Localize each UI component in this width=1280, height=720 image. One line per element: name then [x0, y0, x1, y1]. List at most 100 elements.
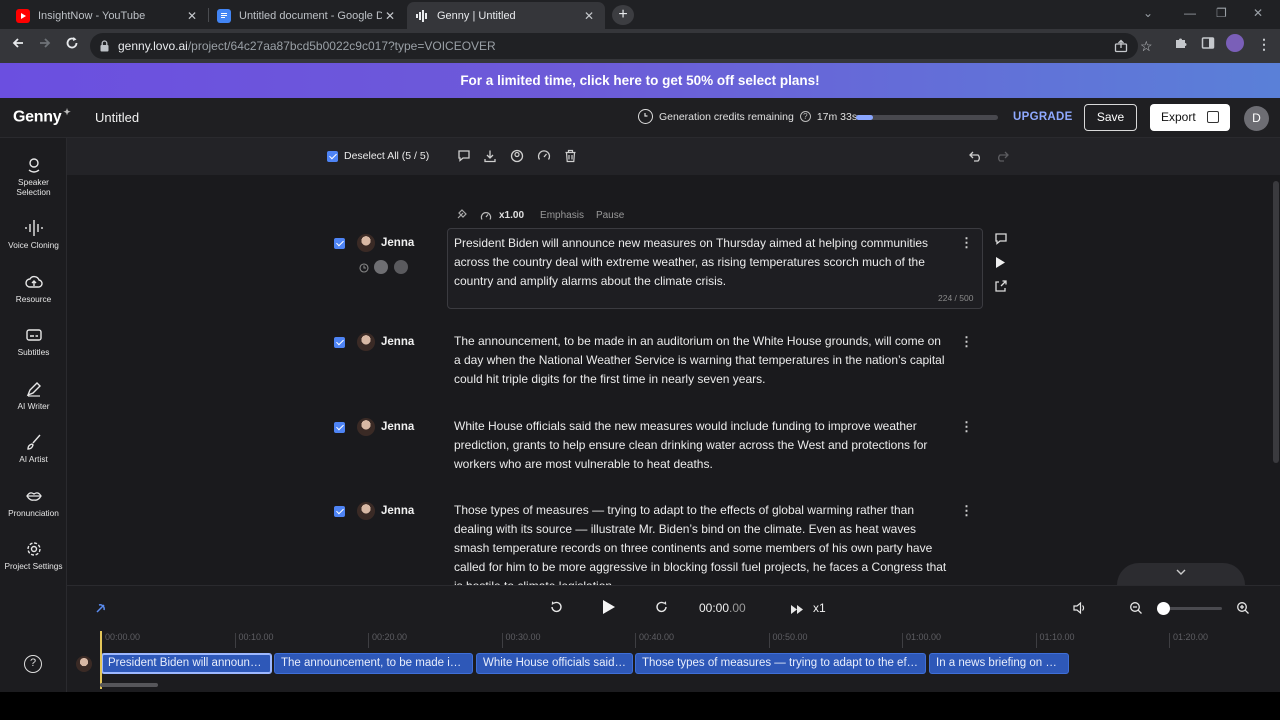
back-arrow-icon[interactable] [8, 36, 28, 54]
trash-icon[interactable] [564, 149, 577, 166]
user-avatar[interactable]: D [1244, 106, 1269, 131]
block-checkbox[interactable] [334, 506, 345, 517]
voice-effect-icon[interactable] [456, 208, 468, 223]
reload-icon[interactable] [62, 36, 82, 54]
chevron-down-icon[interactable]: ⌄ [1143, 6, 1153, 20]
brush-icon [26, 434, 41, 450]
ruler-tick: 00:10.00 [234, 633, 274, 648]
sidebar-item-pronunciation[interactable]: Pronunciation [0, 487, 67, 518]
voice-avatar-alt-2[interactable] [394, 260, 408, 274]
share-icon[interactable] [1114, 39, 1128, 58]
sidebar-item-project-settings[interactable]: Project Settings [0, 540, 67, 571]
speaker-avatar[interactable] [357, 418, 375, 436]
zoom-in-icon[interactable] [1236, 601, 1250, 620]
editor-scrollbar[interactable] [1273, 181, 1279, 463]
rewind-icon[interactable] [549, 600, 563, 619]
timeline-clip[interactable]: Those types of measures — trying to adap… [635, 653, 926, 674]
block-text[interactable]: The announcement, to be made in an audit… [454, 332, 949, 389]
kebab-menu-icon[interactable]: ⋮ [960, 235, 973, 251]
sidebar-item-subtitles[interactable]: Subtitles [0, 326, 67, 357]
close-icon[interactable]: ✕ [382, 9, 398, 23]
sidebar-item-ai-writer[interactable]: AI Writer [0, 380, 67, 411]
promo-banner[interactable]: For a limited time, click here to get 50… [0, 63, 1280, 98]
voice-avatar-alt-1[interactable] [374, 260, 388, 274]
help-button[interactable]: ? [24, 655, 42, 673]
sidebar-item-label: Subtitles [17, 347, 50, 357]
close-icon[interactable]: ✕ [581, 9, 597, 23]
speaker-name[interactable]: Jenna [381, 505, 414, 517]
comment-icon[interactable] [457, 149, 471, 165]
speed-gauge-icon[interactable] [537, 149, 551, 166]
deselect-all-checkbox[interactable] [327, 151, 338, 162]
play-block-icon[interactable] [994, 256, 1006, 272]
kebab-menu-icon[interactable]: ⋮ [960, 503, 973, 519]
address-bar[interactable]: genny.lovo.ai/project/64c27aa87bcd5b0022… [90, 33, 1153, 59]
block-text[interactable]: White House officials said the new measu… [454, 417, 949, 474]
sidebar-item-resource[interactable]: Resource [0, 273, 67, 304]
change-voice-icon[interactable] [510, 149, 524, 166]
extensions-puzzle-icon[interactable] [1174, 36, 1188, 53]
zoom-slider-handle[interactable] [1157, 602, 1171, 615]
sidebar-item-voice-cloning[interactable]: Voice Cloning [0, 219, 67, 250]
window-close-icon[interactable]: ✕ [1253, 6, 1263, 20]
restore-icon[interactable]: ❐ [1216, 6, 1227, 20]
sidebar-item-ai-artist[interactable]: AI Artist [0, 433, 67, 464]
block-checkbox[interactable] [334, 337, 345, 348]
tab-genny[interactable]: Genny | Untitled ✕ [407, 2, 605, 29]
playhead[interactable] [100, 631, 102, 689]
zoom-out-icon[interactable] [1129, 601, 1143, 620]
redo-icon[interactable] [994, 149, 1010, 166]
deselect-all-label[interactable]: Deselect All (5 / 5) [344, 150, 429, 162]
download-icon[interactable] [483, 149, 497, 166]
history-icon[interactable] [358, 261, 370, 273]
tab-google-docs[interactable]: Untitled document - Google Docs ✕ [209, 2, 406, 29]
play-button[interactable] [602, 599, 616, 620]
bookmark-star-icon[interactable]: ☆ [1140, 38, 1153, 55]
sidebar-item-speaker-selection[interactable]: Speaker Selection [0, 156, 67, 197]
save-button[interactable]: Save [1084, 104, 1137, 131]
new-tab-button[interactable]: + [612, 5, 634, 25]
playback-speed[interactable]: x1 [813, 601, 826, 615]
collapse-timeline-button[interactable] [1117, 563, 1245, 585]
timeline-scrollbar[interactable] [100, 683, 158, 687]
speaker-avatar[interactable] [357, 502, 375, 520]
block-text[interactable]: President Biden will announce new measur… [454, 234, 949, 291]
upgrade-link[interactable]: UPGRADE [1013, 111, 1073, 123]
export-button[interactable]: Export [1150, 104, 1230, 131]
genny-logo[interactable]: Genny ✦ [13, 107, 71, 126]
minimize-icon[interactable]: — [1184, 6, 1196, 20]
pause-button[interactable]: Pause [596, 210, 624, 221]
kebab-menu-icon[interactable]: ⋮ [960, 419, 973, 435]
timeline-clip[interactable]: President Biden will announce new measur… [101, 653, 272, 674]
track-speaker-avatar[interactable] [76, 656, 92, 672]
project-title[interactable]: Untitled [95, 110, 139, 125]
kebab-menu-icon[interactable]: ⋮ [960, 334, 973, 350]
speaker-name[interactable]: Jenna [381, 336, 414, 348]
speaker-avatar[interactable] [357, 333, 375, 351]
undo-icon[interactable] [968, 149, 984, 166]
side-panel-icon[interactable] [1201, 36, 1215, 53]
forward-arrow-icon[interactable] [35, 36, 55, 54]
timeline-clip[interactable]: The announcement, to be made in an audit… [274, 653, 473, 674]
emphasis-button[interactable]: Emphasis [540, 210, 584, 221]
kebab-menu-icon[interactable]: ⋮ [1257, 36, 1271, 53]
share-icon[interactable] [994, 279, 1008, 296]
speaker-name[interactable]: Jenna [381, 237, 414, 249]
info-icon[interactable]: ? [799, 111, 811, 122]
volume-icon[interactable] [1072, 601, 1086, 620]
speed-control[interactable]: x1.00 [480, 210, 524, 222]
tab-youtube[interactable]: InsightNow - YouTube ✕ [8, 2, 208, 29]
speaker-name[interactable]: Jenna [381, 421, 414, 433]
block-text[interactable]: Those types of measures — trying to adap… [454, 501, 949, 585]
speaker-avatar[interactable] [357, 234, 375, 252]
timeline-clip[interactable]: White House officials said the new measu… [476, 653, 633, 674]
profile-avatar[interactable] [1226, 34, 1244, 52]
comment-icon[interactable] [994, 232, 1008, 248]
magnet-icon[interactable] [94, 601, 108, 620]
block-checkbox[interactable] [334, 238, 345, 249]
fast-forward-icon[interactable] [655, 600, 669, 619]
close-icon[interactable]: ✕ [184, 9, 200, 23]
timeline-clip[interactable]: In a news briefing on Wednesday [929, 653, 1069, 674]
block-checkbox[interactable] [334, 422, 345, 433]
skip-forward-icon[interactable] [790, 602, 804, 620]
